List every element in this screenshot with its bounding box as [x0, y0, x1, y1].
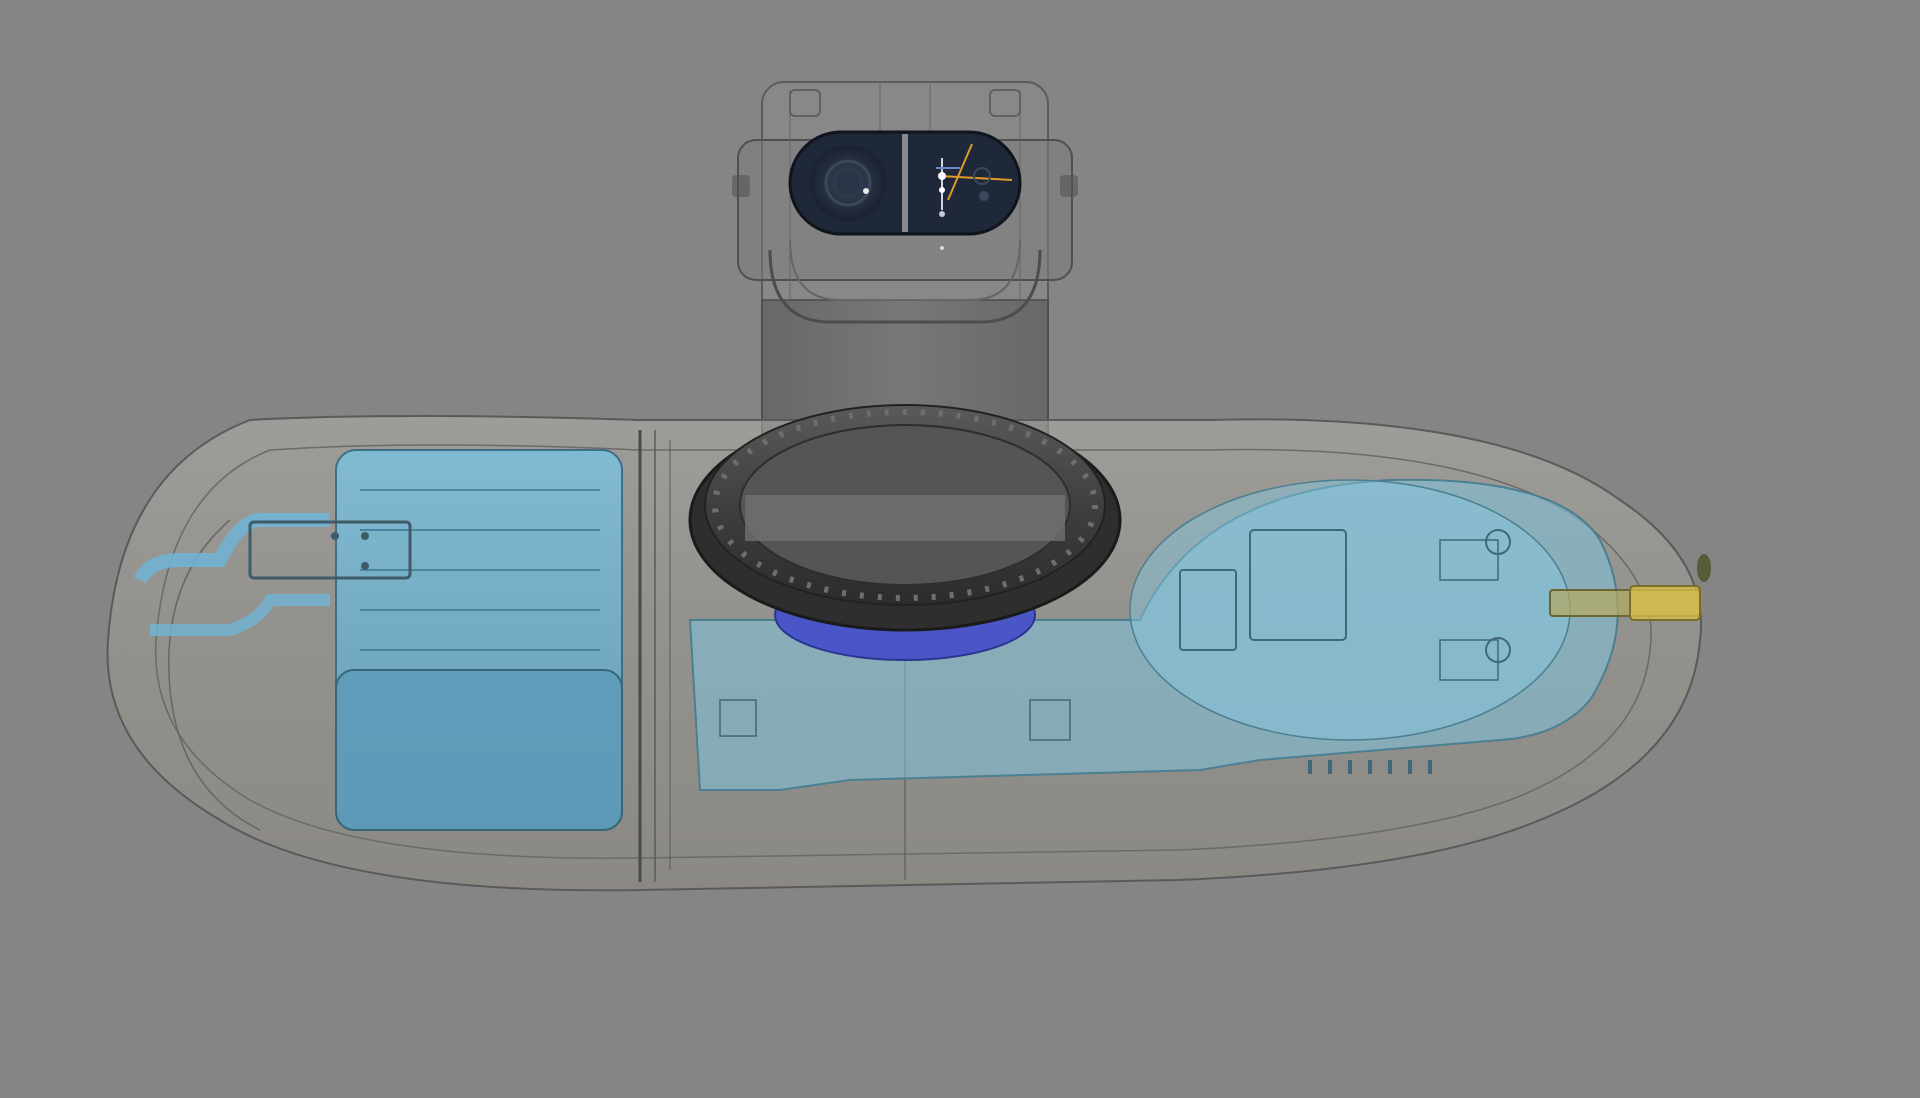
lens-module — [788, 130, 1022, 250]
cad-viewport[interactable] — [0, 0, 1920, 1098]
camera-lens-icon — [810, 145, 886, 221]
xray-device-render[interactable] — [0, 0, 1920, 1098]
